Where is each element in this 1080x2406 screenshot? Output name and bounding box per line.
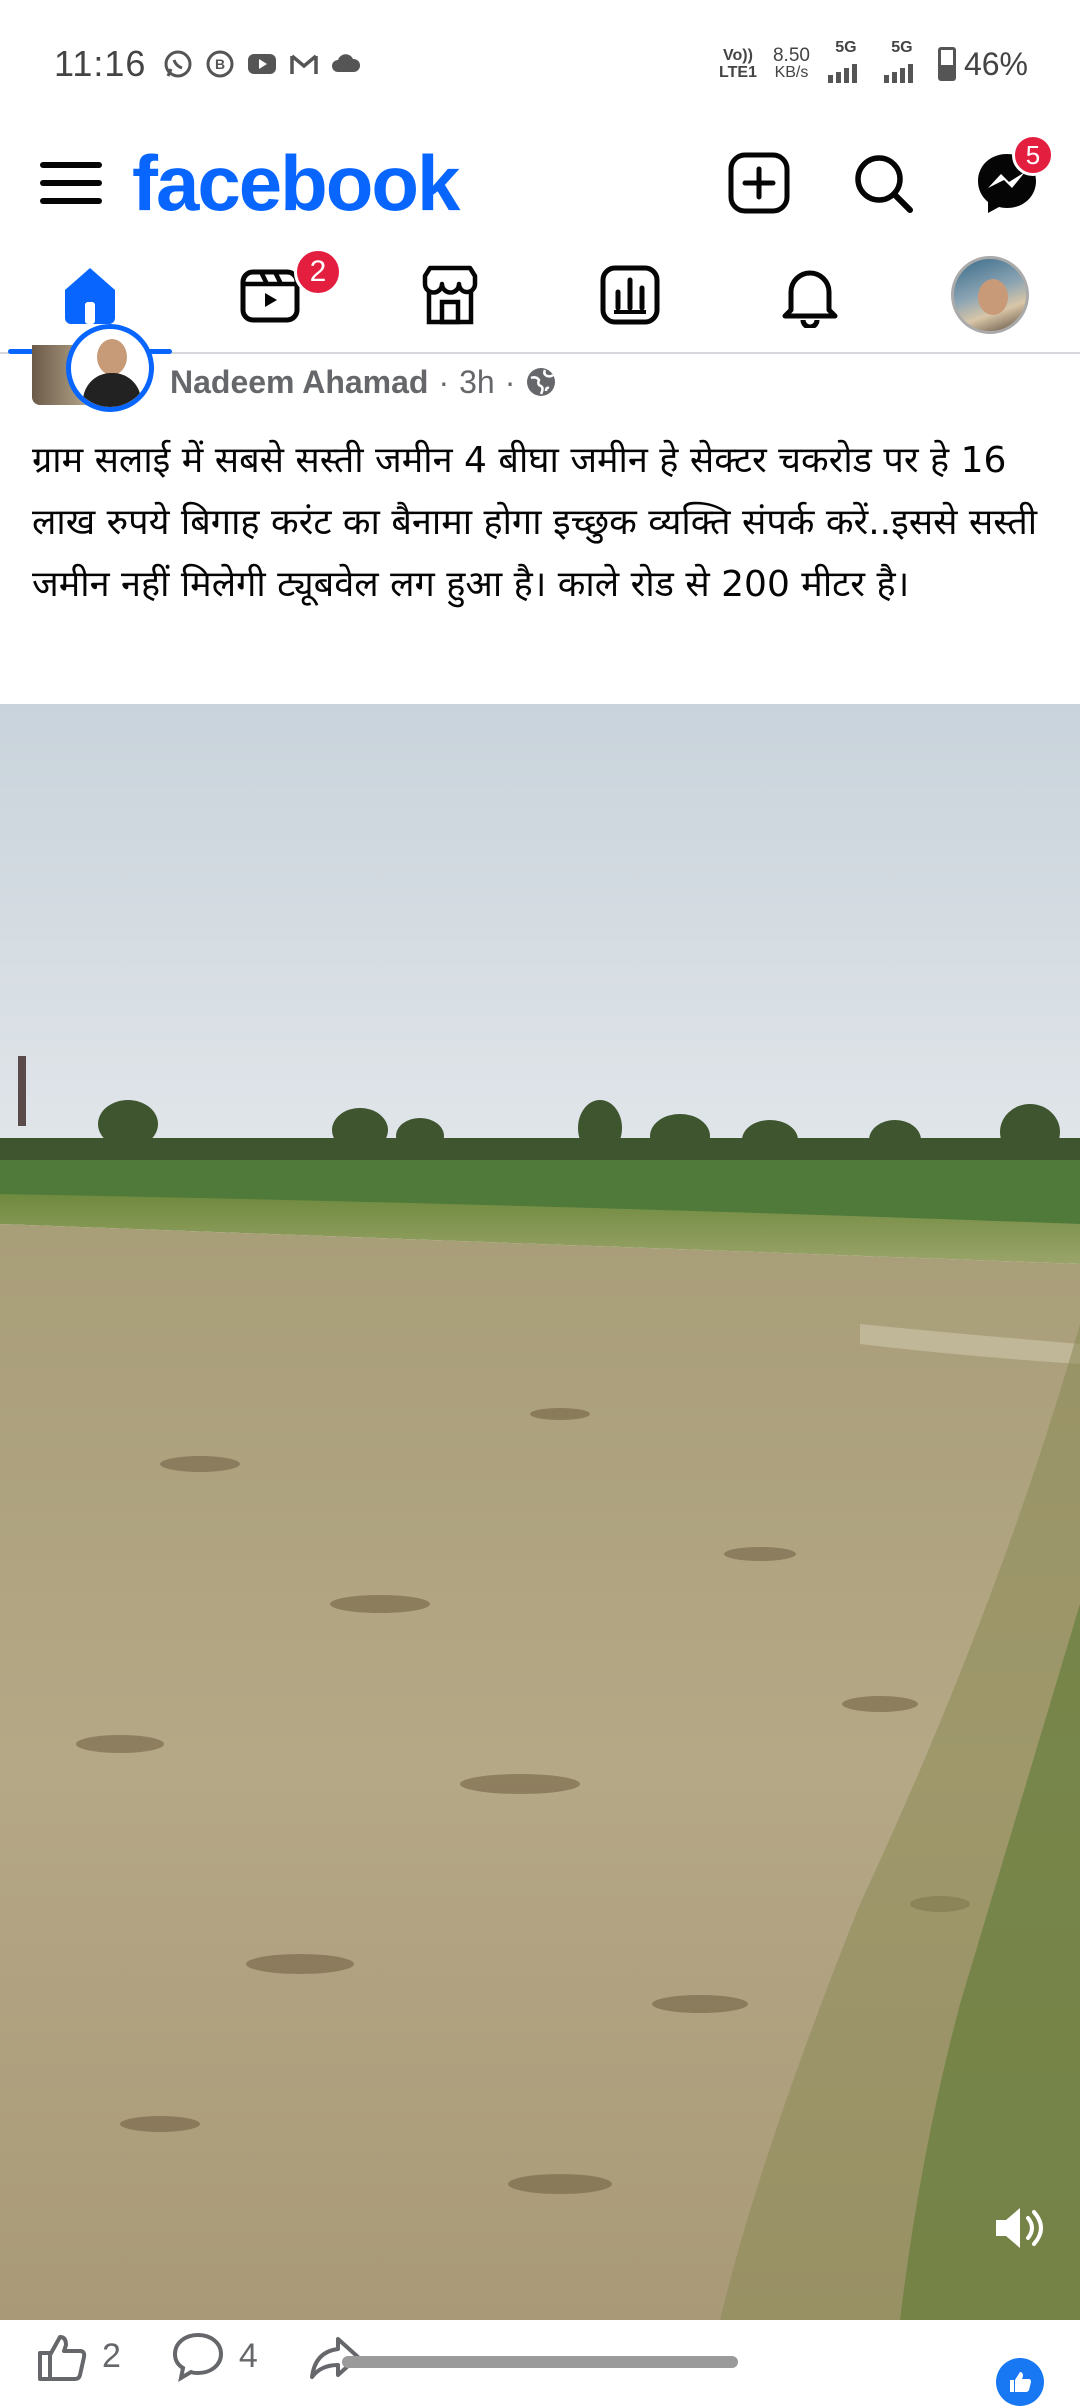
messenger-badge: 5	[1012, 134, 1054, 176]
battery-icon	[937, 47, 956, 81]
like-count: 2	[102, 2336, 121, 2375]
network-speed: 8.50 KB/s	[772, 45, 810, 81]
dashboard-icon	[600, 265, 660, 325]
tab-dashboard[interactable]	[540, 238, 720, 352]
profile-avatar	[951, 256, 1029, 334]
search-icon	[855, 155, 913, 213]
volume-icon	[996, 2208, 1043, 2248]
tab-video[interactable]: 2	[180, 238, 360, 352]
post-author[interactable]: Nadeem Ahamad	[170, 364, 428, 401]
globe-icon	[527, 368, 556, 396]
menu-icon[interactable]	[40, 152, 102, 214]
volume-button[interactable]	[988, 2196, 1052, 2260]
whatsapp-icon	[162, 48, 194, 80]
marketplace-icon	[422, 265, 478, 325]
app-header: facebook 5	[0, 128, 1080, 238]
like-reaction-badge	[996, 2358, 1044, 2406]
battery-percent: 46%	[963, 45, 1028, 82]
header-actions: 5	[726, 134, 1054, 216]
facebook-logo[interactable]: facebook	[132, 138, 460, 229]
thumbs-up-icon	[38, 2335, 87, 2381]
signal-bars-icon	[883, 63, 913, 83]
create-post-button[interactable]	[726, 150, 792, 216]
post-meta: Nadeem Ahamad · 3h ·	[170, 364, 557, 401]
battery: 46%	[937, 45, 1028, 83]
cloud-icon	[330, 48, 362, 80]
whatsapp-business-icon: B	[204, 48, 236, 80]
post-text: ग्राम सलाई में सबसे सस्ती जमीन 4 बीघा जम…	[32, 440, 1038, 605]
messenger-button[interactable]: 5	[974, 134, 1054, 216]
gesture-bar[interactable]	[342, 2356, 738, 2368]
search-button[interactable]	[850, 150, 916, 216]
status-left: 11:16 B	[54, 43, 362, 85]
bell-icon	[782, 270, 838, 328]
comment-button[interactable]: 4	[171, 2329, 258, 2383]
comment-count: 4	[238, 2336, 258, 2375]
tab-marketplace[interactable]	[360, 238, 540, 352]
author-avatar[interactable]	[66, 324, 154, 412]
youtube-icon	[246, 48, 278, 80]
gmail-icon	[288, 48, 320, 80]
svg-text:B: B	[215, 56, 225, 72]
status-right: Vo)) LTE1 8.50 KB/s 5G 5G 46%	[719, 39, 1028, 90]
video-badge: 2	[294, 248, 342, 296]
tab-bar: 2	[0, 238, 1080, 354]
plus-square-icon	[728, 152, 790, 214]
tab-notifications[interactable]	[720, 238, 900, 352]
video-frame	[0, 704, 1080, 2320]
tab-profile[interactable]	[900, 238, 1080, 352]
status-bar: 11:16 B Vo)) LTE1 8.50 KB/s 5G 5G 46%	[0, 0, 1080, 128]
signal-bars-icon	[827, 63, 857, 83]
post-header: Nadeem Ahamad · 3h ·	[32, 324, 557, 412]
status-time: 11:16	[54, 43, 147, 84]
like-button[interactable]: 2	[34, 2329, 121, 2383]
post-time[interactable]: 3h	[459, 364, 495, 401]
home-icon	[65, 268, 115, 324]
signal-1: 5G	[826, 39, 866, 90]
post-video[interactable]	[0, 704, 1080, 2320]
battery-level	[940, 65, 953, 78]
volte-indicator: Vo)) LTE1	[719, 47, 757, 81]
signal-2: 5G	[882, 39, 922, 90]
comment-icon	[172, 2332, 223, 2383]
meta-separator: ·	[438, 363, 450, 400]
meta-separator: ·	[504, 363, 516, 400]
